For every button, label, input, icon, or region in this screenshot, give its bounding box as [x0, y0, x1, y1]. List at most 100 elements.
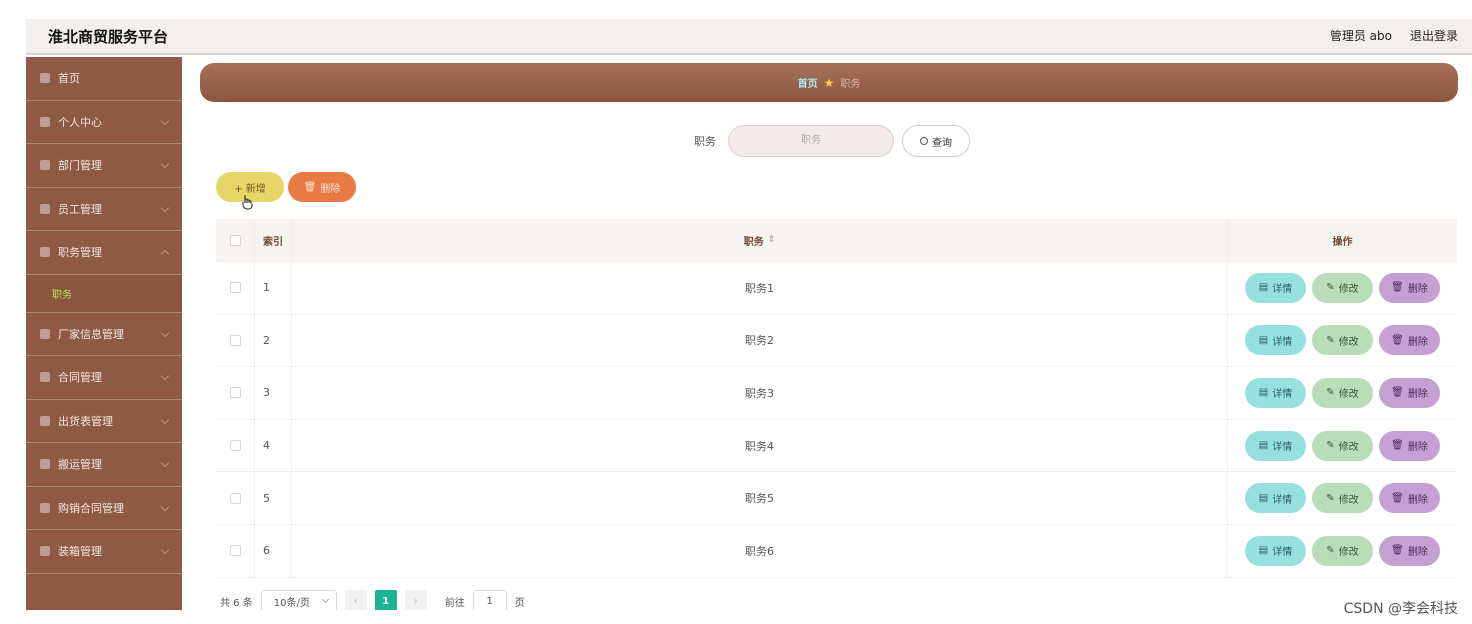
detail-button[interactable]: ▤ 详情	[1245, 325, 1306, 356]
goto-label: 前往	[444, 597, 465, 609]
row-checkbox[interactable]	[229, 545, 241, 557]
delete-button[interactable]: 🗑 删除	[1379, 325, 1440, 356]
sidebar-item-shipment[interactable]: 出货表管理	[26, 400, 182, 443]
sidebar-item-transport[interactable]: 搬运管理	[26, 443, 182, 487]
table-row: 5 职务5 ▤ 详情 ✎ 修改 🗑 删除	[216, 472, 1457, 525]
delete-button[interactable]: 🗑 删除	[1379, 272, 1440, 303]
document-icon: ▤	[1258, 387, 1269, 399]
row-actions: ▤ 详情 ✎ 修改 🗑 删除	[1227, 262, 1457, 314]
pencil-icon: ✎	[1326, 440, 1335, 452]
sidebar-item-label: 个人中心	[58, 115, 102, 129]
row-checkbox[interactable]	[229, 334, 241, 346]
pencil-icon: ✎	[1326, 545, 1335, 557]
row-index: 3	[254, 367, 292, 419]
delete-label: 删除	[1407, 389, 1428, 401]
header-position-label: 职务	[743, 236, 764, 248]
table-row: 6 职务6 ▤ 详情 ✎ 修改 🗑 删除	[216, 524, 1457, 578]
sidebar-item-packing[interactable]: 装箱管理	[26, 530, 182, 574]
edit-label: 修改	[1338, 547, 1359, 559]
transport-icon	[40, 459, 50, 470]
chevron-down-icon	[160, 116, 170, 125]
row-checkbox[interactable]	[229, 492, 241, 504]
row-actions: ▤ 详情 ✎ 修改 🗑 删除	[1227, 472, 1457, 524]
detail-button[interactable]: ▤ 详情	[1245, 272, 1306, 303]
chevron-down-icon	[160, 328, 170, 337]
sidebar-item-label: 厂家信息管理	[58, 327, 124, 341]
delete-button[interactable]: 🗑 删除	[1379, 430, 1440, 461]
detail-button[interactable]: ▤ 详情	[1245, 535, 1306, 566]
delete-button[interactable]: 🗑 删除	[1379, 377, 1440, 408]
delete-button[interactable]: 🗑 删除	[1379, 535, 1440, 566]
sidebar-subitem-position[interactable]: 职务	[26, 274, 182, 313]
sidebar-item-staff[interactable]: 员工管理	[26, 188, 182, 231]
row-position: 职务1	[745, 281, 774, 295]
search-button-label: 查询	[932, 137, 952, 149]
sidebar-item-label: 员工管理	[58, 202, 102, 216]
sidebar-item-factory[interactable]: 厂家信息管理	[26, 313, 182, 356]
sort-icon[interactable]: ⇕	[768, 235, 776, 245]
edit-button[interactable]: ✎ 修改	[1312, 430, 1373, 461]
sidebar-item-label: 首页	[58, 72, 80, 86]
document-icon: ▤	[1258, 282, 1269, 294]
select-all-checkbox[interactable]	[229, 234, 241, 246]
row-checkbox[interactable]	[229, 440, 241, 452]
sidebar-item-position[interactable]: 职务管理	[26, 231, 182, 275]
chevron-down-icon	[160, 415, 170, 424]
row-checkbox[interactable]	[229, 387, 241, 399]
current-user[interactable]: 管理员 abo	[1330, 27, 1392, 44]
delete-label: 删除	[1407, 547, 1428, 559]
edit-button[interactable]: ✎ 修改	[1312, 377, 1373, 408]
trash-icon: 🗑	[1391, 545, 1404, 557]
pencil-icon: ✎	[1326, 492, 1335, 504]
search-input[interactable]: 职务	[728, 125, 894, 157]
page-number[interactable]: 1	[374, 590, 397, 610]
detail-button[interactable]: ▤ 详情	[1245, 430, 1306, 461]
goto-page-input[interactable]: 1	[472, 590, 507, 610]
position-table: 索引 职务 ⇕ 操作 1 职务1 ▤ 详情 ✎ 修改 🗑 删除 2 职务2 ▤ …	[216, 219, 1457, 578]
delete-button[interactable]: 🗑 删除	[1379, 483, 1440, 514]
row-index: 1	[254, 262, 292, 314]
detail-label: 详情	[1272, 442, 1293, 454]
edit-label: 修改	[1338, 389, 1359, 401]
sidebar-item-profile[interactable]: 个人中心	[26, 101, 182, 144]
trash-icon: 🗑	[1391, 492, 1404, 504]
factory-icon	[40, 328, 50, 339]
detail-button[interactable]: ▤ 详情	[1245, 483, 1306, 514]
document-icon: ▤	[1258, 334, 1269, 346]
row-checkbox[interactable]	[229, 282, 241, 294]
edit-button[interactable]: ✎ 修改	[1312, 325, 1373, 356]
row-position: 职务6	[745, 544, 774, 558]
search-button[interactable]: 查询	[902, 125, 970, 157]
table-row: 4 职务4 ▤ 详情 ✎ 修改 🗑 删除	[216, 419, 1457, 473]
next-page-button[interactable]: ›	[404, 590, 427, 610]
trash-icon: 🗑	[1391, 334, 1404, 346]
sidebar-item-department[interactable]: 部门管理	[26, 144, 182, 188]
pencil-icon: ✎	[1326, 282, 1335, 294]
row-index: 6	[254, 524, 292, 577]
sidebar-item-contract[interactable]: 合同管理	[26, 356, 182, 400]
sidebar-item-purchase[interactable]: 购销合同管理	[26, 487, 182, 530]
chevron-down-icon	[160, 159, 170, 169]
star-icon: ★	[823, 75, 835, 90]
user-area: 管理员 abo 退出登录	[1330, 27, 1458, 44]
breadcrumb-home[interactable]: 首页	[798, 75, 818, 90]
edit-button[interactable]: ✎ 修改	[1312, 535, 1373, 566]
sidebar-item-home[interactable]: 首页	[26, 57, 182, 101]
logout-link[interactable]: 退出登录	[1410, 27, 1458, 44]
detail-button[interactable]: ▤ 详情	[1245, 377, 1306, 408]
trash-icon: 🗑	[303, 181, 317, 193]
edit-button[interactable]: ✎ 修改	[1312, 483, 1373, 514]
sidebar-item-label: 部门管理	[58, 159, 102, 173]
chevron-down-icon	[160, 458, 170, 468]
row-position: 职务3	[745, 386, 774, 400]
edit-button[interactable]: ✎ 修改	[1312, 272, 1373, 303]
batch-delete-button[interactable]: 🗑 删除	[288, 172, 356, 202]
header-position[interactable]: 职务 ⇕	[292, 219, 1227, 261]
row-index: 4	[254, 419, 292, 472]
table-row: 1 职务1 ▤ 详情 ✎ 修改 🗑 删除	[216, 262, 1457, 315]
document-icon: ▤	[1258, 492, 1269, 504]
page-size-select[interactable]: 10条/页	[260, 590, 337, 610]
prev-page-button[interactable]: ‹	[344, 590, 367, 610]
header-ops: 操作	[1227, 219, 1457, 261]
header-index: 索引	[254, 219, 292, 261]
